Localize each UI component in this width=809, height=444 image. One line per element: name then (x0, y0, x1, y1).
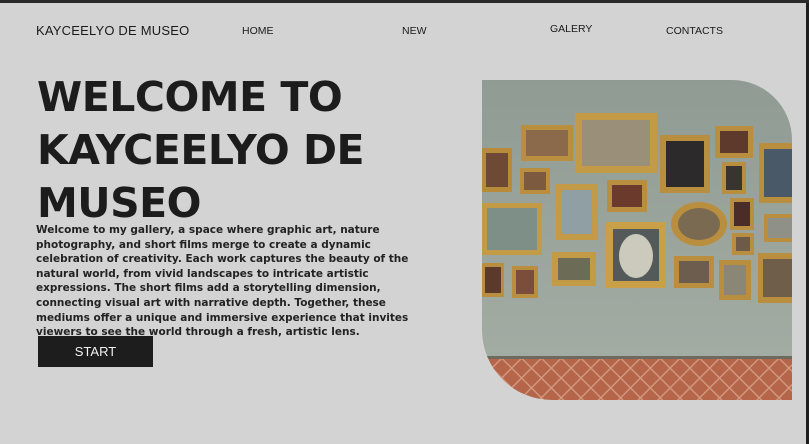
hero-description: Welcome to my gallery, a space where gra… (36, 224, 409, 339)
page: KAYCEELYO DE MUSEO HOME NEW GALERY CONTA… (0, 3, 806, 444)
nav-contacts[interactable]: CONTACTS (666, 25, 723, 37)
gallery-wall-image (482, 80, 792, 400)
brand-logo[interactable]: KAYCEELYO DE MUSEO (36, 23, 189, 38)
nav-home[interactable]: HOME (242, 25, 274, 37)
hero-title: WELCOME TO KAYCEELYO DE MUSEO (37, 73, 365, 227)
nav-galery[interactable]: GALERY (550, 23, 592, 35)
frames (482, 113, 792, 303)
start-button[interactable]: START (38, 336, 153, 367)
nav-new[interactable]: NEW (402, 25, 427, 37)
gallery-wall-illustration (482, 80, 792, 400)
